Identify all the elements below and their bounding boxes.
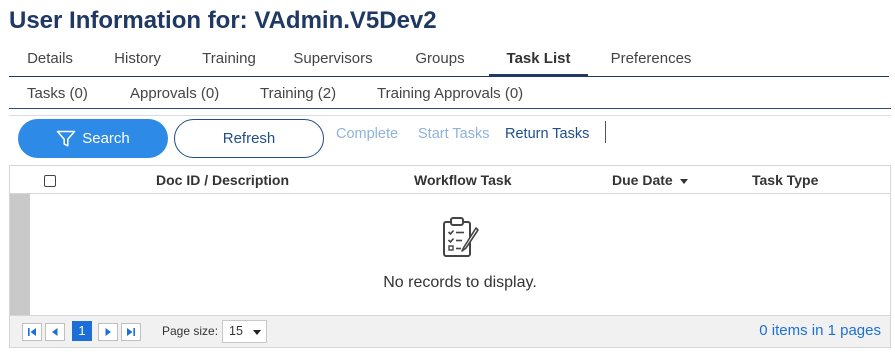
column-header-due-date[interactable]: Due Date: [612, 172, 688, 188]
due-date-label: Due Date: [612, 172, 673, 188]
tab-preferences[interactable]: Preferences: [601, 46, 701, 76]
sub-tabs: Tasks (0) Approvals (0) Training (2) Tra…: [9, 82, 891, 109]
return-tasks-button[interactable]: Return Tasks: [505, 126, 589, 142]
page-number-current[interactable]: 1: [72, 321, 92, 341]
subtab-approvals[interactable]: Approvals (0): [130, 82, 219, 108]
tab-history[interactable]: History: [100, 46, 175, 76]
next-page-icon[interactable]: [98, 323, 118, 341]
column-header-task-type[interactable]: Task Type: [752, 172, 818, 188]
column-header-workflow-task[interactable]: Workflow Task: [414, 172, 512, 188]
filter-icon: [56, 130, 76, 148]
complete-button[interactable]: Complete: [336, 126, 398, 142]
clipboard-checklist-icon: [440, 216, 480, 260]
tab-groups[interactable]: Groups: [400, 46, 480, 76]
last-page-icon[interactable]: [121, 323, 141, 341]
tab-supervisors[interactable]: Supervisors: [284, 46, 382, 76]
search-button[interactable]: Search: [18, 119, 168, 158]
subtab-tasks[interactable]: Tasks (0): [27, 82, 88, 108]
empty-message: No records to display.: [383, 274, 537, 291]
chevron-down-icon: [253, 330, 261, 335]
subtab-training-approvals[interactable]: Training Approvals (0): [377, 82, 523, 108]
refresh-button[interactable]: Refresh: [174, 119, 324, 158]
first-page-icon[interactable]: [22, 323, 42, 341]
main-tabs: Details History Training Supervisors Gro…: [9, 46, 889, 77]
select-all-checkbox[interactable]: [44, 175, 56, 187]
grid-body: No records to display.: [10, 194, 890, 315]
grid-header: Doc ID / Description Workflow Task Due D…: [10, 166, 890, 194]
page-title: User Information for: VAdmin.V5Dev2: [9, 7, 437, 34]
tab-task-list[interactable]: Task List: [489, 46, 588, 77]
task-grid: Doc ID / Description Workflow Task Due D…: [9, 165, 891, 348]
page-size-select[interactable]: 15: [222, 320, 267, 343]
start-tasks-button[interactable]: Start Tasks: [418, 126, 489, 142]
toolbar-divider: [605, 121, 606, 143]
sort-descending-icon: [679, 178, 688, 184]
search-button-label: Search: [82, 130, 130, 147]
subtab-training[interactable]: Training (2): [260, 82, 336, 108]
page-size-value: 15: [229, 324, 243, 338]
column-header-doc-id[interactable]: Doc ID / Description: [156, 172, 289, 188]
tab-training[interactable]: Training: [189, 46, 269, 76]
prev-page-icon[interactable]: [45, 323, 65, 341]
pager: 1 Page size: 15 0 items in 1 pages: [10, 315, 890, 347]
pager-info: 0 items in 1 pages: [759, 322, 881, 339]
page-size-label: Page size:: [162, 324, 219, 338]
tab-details[interactable]: Details: [9, 46, 91, 76]
row-gutter: [10, 194, 30, 315]
toolbar: Search Refresh Complete Start Tasks Retu…: [9, 115, 891, 165]
